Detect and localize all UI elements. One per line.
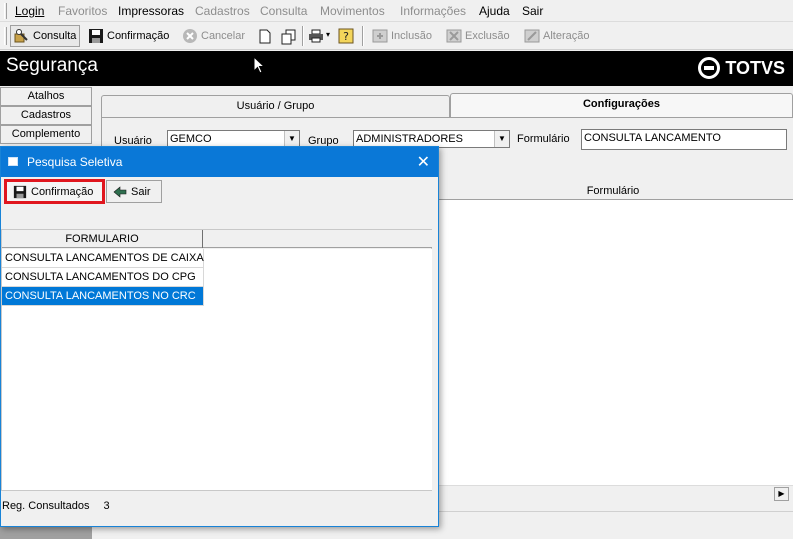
formulario-results-grid: FORMULARIO CONSULTA LANCAMENTOS DE CAIXA… xyxy=(1,229,432,491)
tab-usuario-grupo[interactable]: Usuário / Grupo xyxy=(101,95,450,117)
table-row[interactable]: CONSULTA LANCAMENTOS DO CPG xyxy=(2,268,204,287)
inclusao-button[interactable]: Inclusão xyxy=(372,25,432,47)
add-record-icon xyxy=(372,29,388,43)
chevron-down-icon[interactable]: ▼ xyxy=(494,131,509,147)
sair-button[interactable]: Sair xyxy=(106,180,162,203)
edit-record-icon xyxy=(524,29,540,43)
toolbar-separator xyxy=(302,26,304,46)
menu-login-label: Login xyxy=(15,4,45,18)
toolbar: Consulta Confirmação Cancelar ▾ ? Inclus… xyxy=(0,22,793,50)
menu-ajuda[interactable]: Ajuda xyxy=(479,4,510,18)
cancel-icon xyxy=(183,29,197,43)
mouse-cursor-icon xyxy=(253,56,265,74)
save-icon xyxy=(89,29,103,43)
status-label: Reg. Consultados xyxy=(2,500,90,512)
inclusao-label: Inclusão xyxy=(391,30,432,42)
bottom-block xyxy=(0,525,92,539)
results-rows: CONSULTA LANCAMENTOS DE CAIXA CONSULTA L… xyxy=(2,249,432,490)
save-icon xyxy=(13,185,27,198)
table-row[interactable]: CONSULTA LANCAMENTOS DE CAIXA xyxy=(2,249,204,268)
new-document-icon[interactable] xyxy=(259,29,271,44)
dialog-titlebar: Pesquisa Seletiva ✕ xyxy=(1,147,438,177)
search-help-icon[interactable]: ? xyxy=(338,28,354,44)
totvs-logo: TOTVS xyxy=(698,57,785,79)
cancelar-button[interactable]: Cancelar xyxy=(182,25,245,47)
toolbar-separator xyxy=(362,26,364,46)
menu-informacoes[interactable]: Informações xyxy=(400,4,466,18)
back-arrow-icon xyxy=(113,185,127,198)
menu-cadastros[interactable]: Cadastros xyxy=(195,4,250,18)
sair-label: Sair xyxy=(131,185,151,198)
scroll-right-icon[interactable]: ▶ xyxy=(774,487,789,501)
menu-login[interactable]: Login xyxy=(15,4,44,18)
menu-consulta[interactable]: Consulta xyxy=(260,4,307,18)
formulario-label: Formulário xyxy=(517,133,570,145)
sidebar-item-cadastros[interactable]: Cadastros xyxy=(0,106,92,125)
printer-icon[interactable] xyxy=(308,29,324,43)
formulario-input[interactable]: CONSULTA LANCAMENTO xyxy=(581,129,787,150)
horizontal-scrollbar[interactable]: ▶ xyxy=(433,485,793,502)
window-icon xyxy=(8,157,18,166)
dialog-toolbar: Confirmação Sair xyxy=(1,177,438,206)
menu-impressoras[interactable]: Impressoras xyxy=(118,4,184,18)
formulario-grid[interactable] xyxy=(433,200,793,488)
formulario-grid-header: Formulário xyxy=(433,183,793,200)
alteracao-button[interactable]: Alteração xyxy=(524,25,589,47)
dialog-title: Pesquisa Seletiva xyxy=(27,155,123,169)
alteracao-label: Alteração xyxy=(543,30,590,42)
copy-document-icon[interactable] xyxy=(281,29,297,45)
results-grid-header: FORMULARIO xyxy=(2,230,432,248)
usuario-value: GEMCO xyxy=(170,133,212,145)
exclusao-label: Exclusão xyxy=(465,30,510,42)
svg-text:?: ? xyxy=(343,30,349,43)
consulta-button[interactable]: Consulta xyxy=(10,25,81,47)
sidebar-item-atalhos[interactable]: Atalhos xyxy=(0,87,92,106)
tab-configuracoes[interactable]: Configurações xyxy=(450,93,793,117)
status-count: 3 xyxy=(103,500,110,512)
totvs-logo-icon xyxy=(698,57,721,79)
printer-dropdown-icon[interactable]: ▾ xyxy=(326,30,330,39)
confirmacao-dialog-button[interactable]: Confirmação xyxy=(4,179,105,204)
delete-record-icon xyxy=(446,29,462,43)
chevron-down-icon[interactable]: ▼ xyxy=(284,131,299,147)
cancelar-label: Cancelar xyxy=(201,30,246,42)
table-row-selected[interactable]: CONSULTA LANCAMENTOS NO CRC xyxy=(2,287,204,306)
menu-bar: Login Favoritos Impressoras Cadastros Co… xyxy=(0,0,793,22)
pesquisa-seletiva-dialog: Pesquisa Seletiva ✕ Confirmação Sair FOR… xyxy=(0,146,439,527)
close-icon[interactable]: ✕ xyxy=(417,152,430,172)
confirmacao-dialog-label: Confirmação xyxy=(31,185,94,198)
confirmacao-label: Confirmação xyxy=(107,30,170,42)
grupo-value: ADMINISTRADORES xyxy=(356,133,463,145)
menu-movimentos[interactable]: Movimentos xyxy=(320,4,385,18)
confirmacao-button[interactable]: Confirmação xyxy=(88,25,169,47)
dialog-status: Reg. Consultados 3 xyxy=(2,500,110,512)
consulta-label: Consulta xyxy=(33,30,77,42)
menu-grip xyxy=(4,3,7,19)
totvs-logo-text: TOTVS xyxy=(725,57,785,78)
menu-sair[interactable]: Sair xyxy=(522,4,543,18)
sidebar-item-complemento[interactable]: Complemento xyxy=(0,125,92,144)
column-header-formulario[interactable]: FORMULARIO xyxy=(2,230,203,248)
exclusao-button[interactable]: Exclusão xyxy=(446,25,510,47)
menu-favoritos[interactable]: Favoritos xyxy=(58,4,107,18)
app-titlebar: Segurança TOTVS xyxy=(0,51,793,86)
app-title: Segurança xyxy=(6,55,98,76)
toolbar-grip xyxy=(4,27,7,45)
consulta-icon xyxy=(14,29,28,43)
